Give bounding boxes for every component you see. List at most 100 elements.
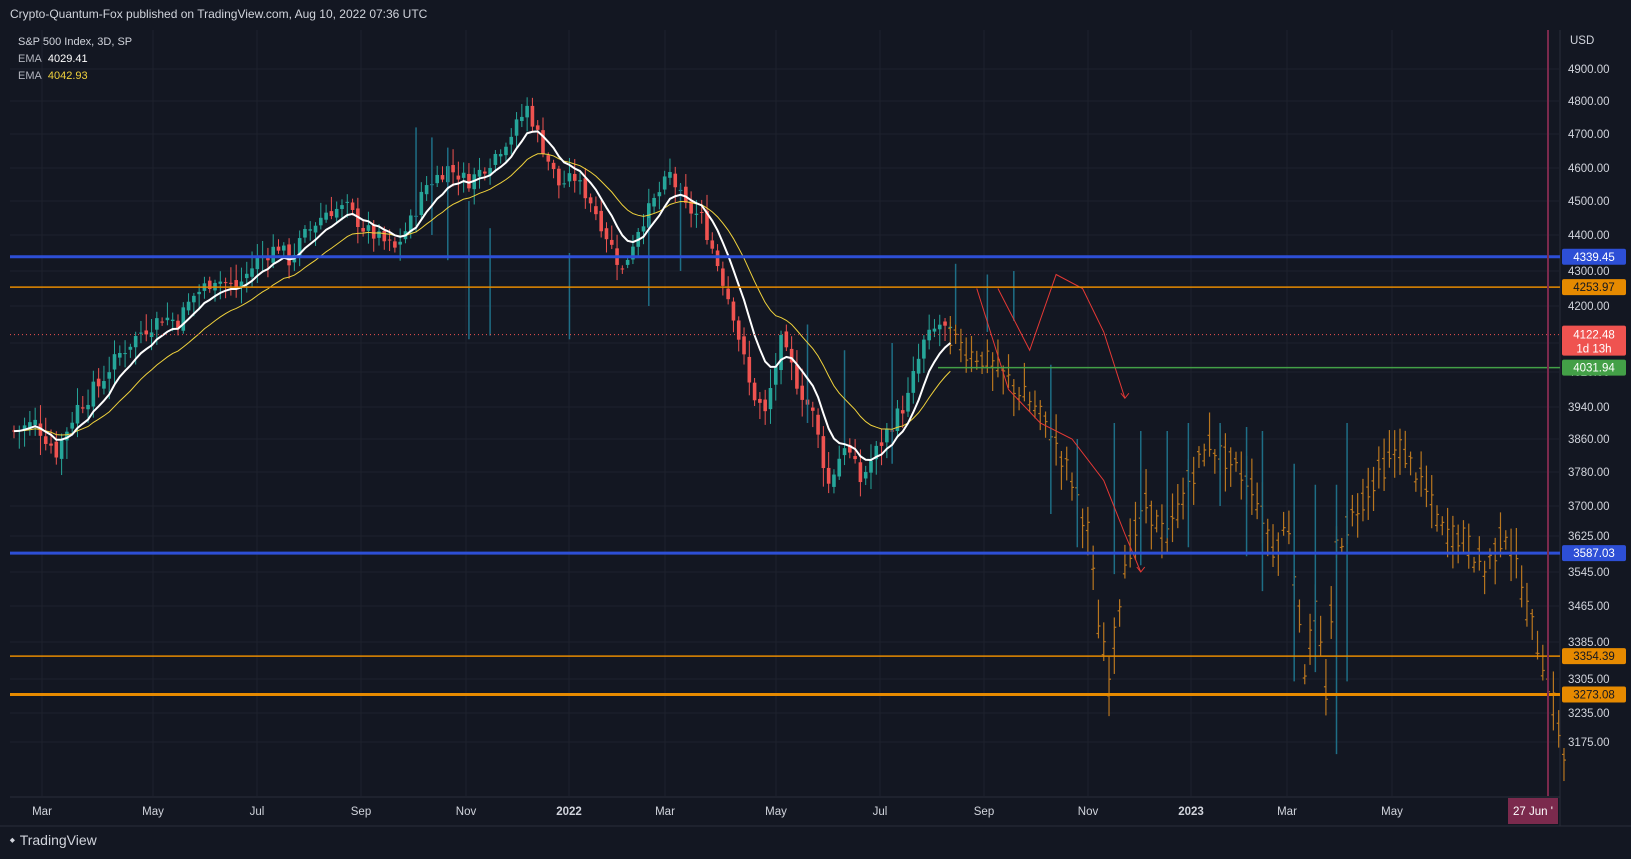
candle-body xyxy=(662,176,667,190)
time-axis: Mar May Jul Sep Nov 2022 Mar May Jul Sep Nov 2023 Ma… xyxy=(32,806,1403,818)
candle-body xyxy=(578,180,582,182)
candle-body xyxy=(255,257,260,270)
price-tick-label: 3860.00 xyxy=(1568,434,1610,446)
candle-body xyxy=(250,268,254,277)
candle-body xyxy=(816,414,820,435)
candle-body xyxy=(795,364,799,389)
pattern-drawings xyxy=(976,273,1146,573)
level-badge-text: 4339.45 xyxy=(1573,252,1615,264)
candle-body xyxy=(620,268,625,270)
candle-body xyxy=(387,239,392,241)
candle-body xyxy=(837,458,842,477)
candle-body xyxy=(736,320,741,340)
candle-body xyxy=(668,172,672,178)
candle-body xyxy=(943,321,947,326)
candle-body xyxy=(498,153,503,157)
candle-body xyxy=(869,460,873,473)
candle-body xyxy=(885,429,889,443)
time-tick-label: May xyxy=(1381,806,1403,818)
price-tick-label: 3940.00 xyxy=(1568,402,1610,414)
countdown-text: 1d 13h xyxy=(1576,344,1611,356)
candle-body xyxy=(800,385,805,400)
candle-body xyxy=(483,171,487,174)
price-tick-label: 3780.00 xyxy=(1568,467,1610,479)
candle-body xyxy=(699,211,704,213)
candle-body xyxy=(779,335,783,371)
candle-body xyxy=(858,462,863,483)
time-tick-label: May xyxy=(765,806,787,818)
price-tick-label: 3465.00 xyxy=(1568,601,1610,613)
price-tick-label: 4900.00 xyxy=(1568,64,1610,76)
candle-body xyxy=(625,259,630,265)
candle-body xyxy=(535,125,540,130)
candle-body xyxy=(133,336,138,348)
candle-body xyxy=(509,136,514,145)
pattern-zigzag-arrow xyxy=(997,273,1126,399)
candle-body xyxy=(906,392,910,412)
candle-body xyxy=(424,185,429,195)
candle-body xyxy=(747,356,752,383)
candle-body xyxy=(842,448,847,456)
candle-body xyxy=(742,336,746,355)
candle-body xyxy=(75,404,80,424)
candle-body xyxy=(641,226,646,232)
candle-body xyxy=(350,202,355,210)
time-tick-label: Jul xyxy=(873,806,888,818)
candle-body xyxy=(91,381,96,407)
candle-body xyxy=(694,213,699,215)
candle-body xyxy=(49,443,53,446)
arrow-head xyxy=(1120,392,1130,400)
level-badge-text: 4253.97 xyxy=(1573,282,1615,294)
candle-body xyxy=(229,282,233,284)
candle-body xyxy=(139,332,143,334)
level-badge-text: 3273.08 xyxy=(1573,690,1615,702)
time-tick-label: 2023 xyxy=(1178,806,1204,818)
candle-body xyxy=(197,291,201,295)
candle-body xyxy=(107,372,112,379)
candle-body xyxy=(123,353,127,355)
candle-body xyxy=(832,474,836,487)
candle-body xyxy=(271,246,276,263)
candle-body xyxy=(525,105,529,118)
projected-bars-group xyxy=(415,127,1566,782)
candle-body xyxy=(144,330,149,335)
candle-body xyxy=(366,225,371,231)
price-axis-panel[interactable] xyxy=(1560,30,1631,826)
candle-body xyxy=(118,352,122,358)
candle-body xyxy=(287,244,291,266)
candle-body xyxy=(398,241,402,245)
candle-body xyxy=(826,467,831,484)
horizontal-levels xyxy=(10,30,1560,796)
candle-body xyxy=(477,169,482,177)
pattern-drop-arrow xyxy=(976,288,1142,573)
candle-body xyxy=(652,197,656,207)
price-chart[interactable]: USD 4900.00 4800.00 4700.00 4600.00 4500.00 44… xyxy=(0,0,1631,859)
candle-body xyxy=(70,422,74,429)
grid-lines xyxy=(10,30,1560,796)
candle-body xyxy=(276,246,281,251)
candle-body xyxy=(313,225,318,233)
candle-body xyxy=(604,228,609,240)
candle-body xyxy=(557,168,561,186)
time-tick-label: Mar xyxy=(1277,806,1297,818)
ema-fast-line xyxy=(13,130,951,461)
price-tick-label: 3305.00 xyxy=(1568,674,1610,686)
candle-body xyxy=(562,183,566,185)
level-badge-text: 4031.94 xyxy=(1573,363,1615,375)
price-tick-label: 4600.00 xyxy=(1568,163,1610,175)
candle-body xyxy=(863,471,868,479)
candle-body xyxy=(493,153,498,165)
candle-body xyxy=(657,192,662,197)
ema-slow-line xyxy=(13,153,951,436)
candle-body xyxy=(916,358,921,374)
candle-body xyxy=(160,321,164,323)
time-tick-label: May xyxy=(142,806,164,818)
time-tick-label: Sep xyxy=(974,806,994,818)
candle-body xyxy=(419,191,424,216)
candle-body xyxy=(170,319,175,322)
candle-body xyxy=(530,105,535,127)
ema-lines-group xyxy=(13,130,951,461)
candle-body xyxy=(710,240,715,249)
candle-body xyxy=(319,217,323,226)
candle-body xyxy=(731,301,736,321)
